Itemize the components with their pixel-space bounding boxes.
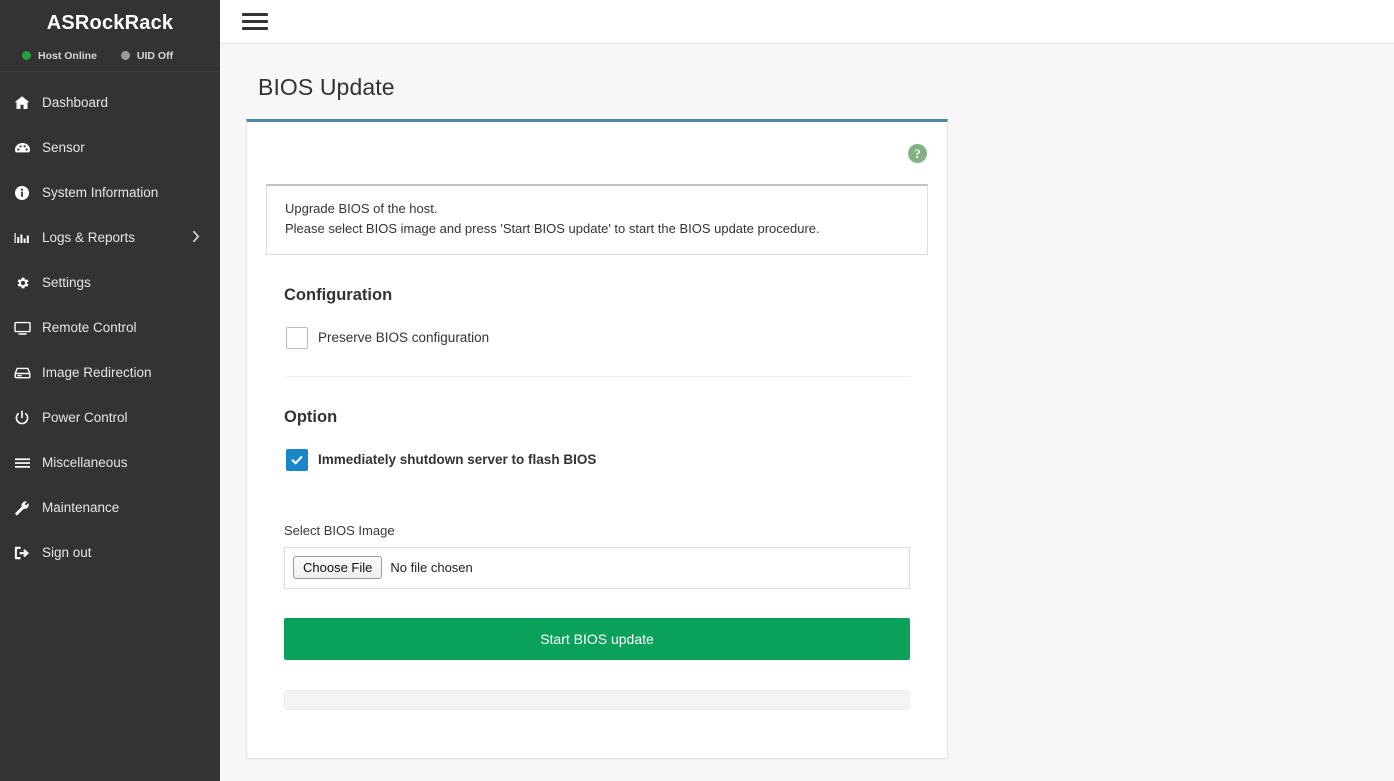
topbar <box>220 0 1394 44</box>
sidebar-item-logs-and-reports[interactable]: Logs & Reports <box>0 215 220 260</box>
sidebar-item-label: Sensor <box>42 140 85 155</box>
sidebar-item-label: Sign out <box>42 545 92 560</box>
hamburger-bar <box>242 27 268 30</box>
bar-chart-icon <box>14 230 38 246</box>
application-root: ASRockRack Host Online UID Off Dashboard <box>0 0 1394 781</box>
immediate-shutdown-label: Immediately shutdown server to flash BIO… <box>318 452 596 467</box>
sidebar-item-label: System Information <box>42 185 158 200</box>
sidebar-item-dashboard[interactable]: Dashboard <box>0 80 220 125</box>
status-uid-label: UID Off <box>137 50 173 62</box>
bios-image-field-group: Select BIOS Image Choose File No file ch… <box>266 471 928 589</box>
page-title: BIOS Update <box>238 44 1394 119</box>
gauge-icon <box>14 140 38 156</box>
start-bios-update-button[interactable]: Start BIOS update <box>284 618 910 660</box>
update-progress-bar <box>284 690 910 710</box>
sidebar-item-label: Logs & Reports <box>42 230 135 245</box>
status-host-online: Host Online <box>22 50 97 62</box>
immediate-shutdown-checkbox[interactable] <box>286 449 308 471</box>
select-bios-image-label: Select BIOS Image <box>284 523 910 547</box>
sidebar-item-image-redirection[interactable]: Image Redirection <box>0 350 220 395</box>
sidebar-item-power-control[interactable]: Power Control <box>0 395 220 440</box>
host-status-bar: Host Online UID Off <box>0 46 220 72</box>
info-circle-icon <box>14 185 38 201</box>
bios-update-card: ? Upgrade BIOS of the host. Please selec… <box>246 119 948 759</box>
sidebar-item-label: Dashboard <box>42 95 108 110</box>
sidebar: ASRockRack Host Online UID Off Dashboard <box>0 0 220 781</box>
wrench-icon <box>14 500 38 516</box>
sidebar-item-settings[interactable]: Settings <box>0 260 220 305</box>
option-section: Option Immediately shutdown server to fl… <box>266 377 928 471</box>
sidebar-item-label: Settings <box>42 275 91 290</box>
option-title: Option <box>284 377 928 427</box>
sidebar-item-sign-out[interactable]: Sign out <box>0 530 220 575</box>
status-host-online-label: Host Online <box>38 50 97 62</box>
sidebar-item-label: Miscellaneous <box>42 455 128 470</box>
monitor-icon <box>14 320 38 336</box>
notice-line-1: Upgrade BIOS of the host. <box>285 199 927 219</box>
status-dot-green-icon <box>22 51 31 60</box>
bios-image-file-input[interactable]: Choose File No file chosen <box>284 547 910 589</box>
hamburger-bar <box>242 13 268 16</box>
content-area: BIOS Update ? Upgrade BIOS of the host. … <box>220 44 1394 781</box>
sidebar-item-remote-control[interactable]: Remote Control <box>0 305 220 350</box>
sidebar-item-maintenance[interactable]: Maintenance <box>0 485 220 530</box>
main-area: BIOS Update ? Upgrade BIOS of the host. … <box>220 0 1394 781</box>
sign-out-icon <box>14 545 38 561</box>
preserve-bios-configuration-label: Preserve BIOS configuration <box>318 330 489 345</box>
sidebar-item-system-information[interactable]: System Information <box>0 170 220 215</box>
notice-line-2: Please select BIOS image and press 'Star… <box>285 219 927 239</box>
configuration-section: Configuration Preserve BIOS configuratio… <box>266 255 928 349</box>
chevron-right-icon <box>192 230 200 246</box>
help-icon[interactable]: ? <box>908 144 927 163</box>
brand-logo: ASRockRack <box>0 0 220 46</box>
sidebar-item-label: Remote Control <box>42 320 137 335</box>
bars-icon <box>14 455 38 471</box>
sidebar-nav: Dashboard Sensor System Information Logs… <box>0 72 220 575</box>
card-header: ? <box>247 122 947 184</box>
configuration-title: Configuration <box>284 255 928 305</box>
sidebar-item-label: Maintenance <box>42 500 119 515</box>
file-chosen-status: No file chosen <box>390 560 472 575</box>
preserve-bios-configuration-checkbox[interactable] <box>286 327 308 349</box>
sidebar-item-label: Power Control <box>42 410 128 425</box>
sidebar-item-miscellaneous[interactable]: Miscellaneous <box>0 440 220 485</box>
hamburger-bar <box>242 20 268 23</box>
hamburger-icon[interactable] <box>242 9 268 34</box>
status-uid: UID Off <box>121 50 173 62</box>
card-body: Upgrade BIOS of the host. Please select … <box>247 184 947 710</box>
notice-box: Upgrade BIOS of the host. Please select … <box>266 184 928 255</box>
power-icon <box>14 410 38 426</box>
gear-icon <box>14 275 38 291</box>
hard-drive-icon <box>14 365 38 381</box>
sidebar-item-sensor[interactable]: Sensor <box>0 125 220 170</box>
home-icon <box>14 95 38 111</box>
sidebar-item-label: Image Redirection <box>42 365 152 380</box>
status-dot-grey-icon <box>121 51 130 60</box>
preserve-bios-configuration-row[interactable]: Preserve BIOS configuration <box>284 305 928 349</box>
immediate-shutdown-row[interactable]: Immediately shutdown server to flash BIO… <box>284 427 928 471</box>
choose-file-button[interactable]: Choose File <box>293 556 382 579</box>
